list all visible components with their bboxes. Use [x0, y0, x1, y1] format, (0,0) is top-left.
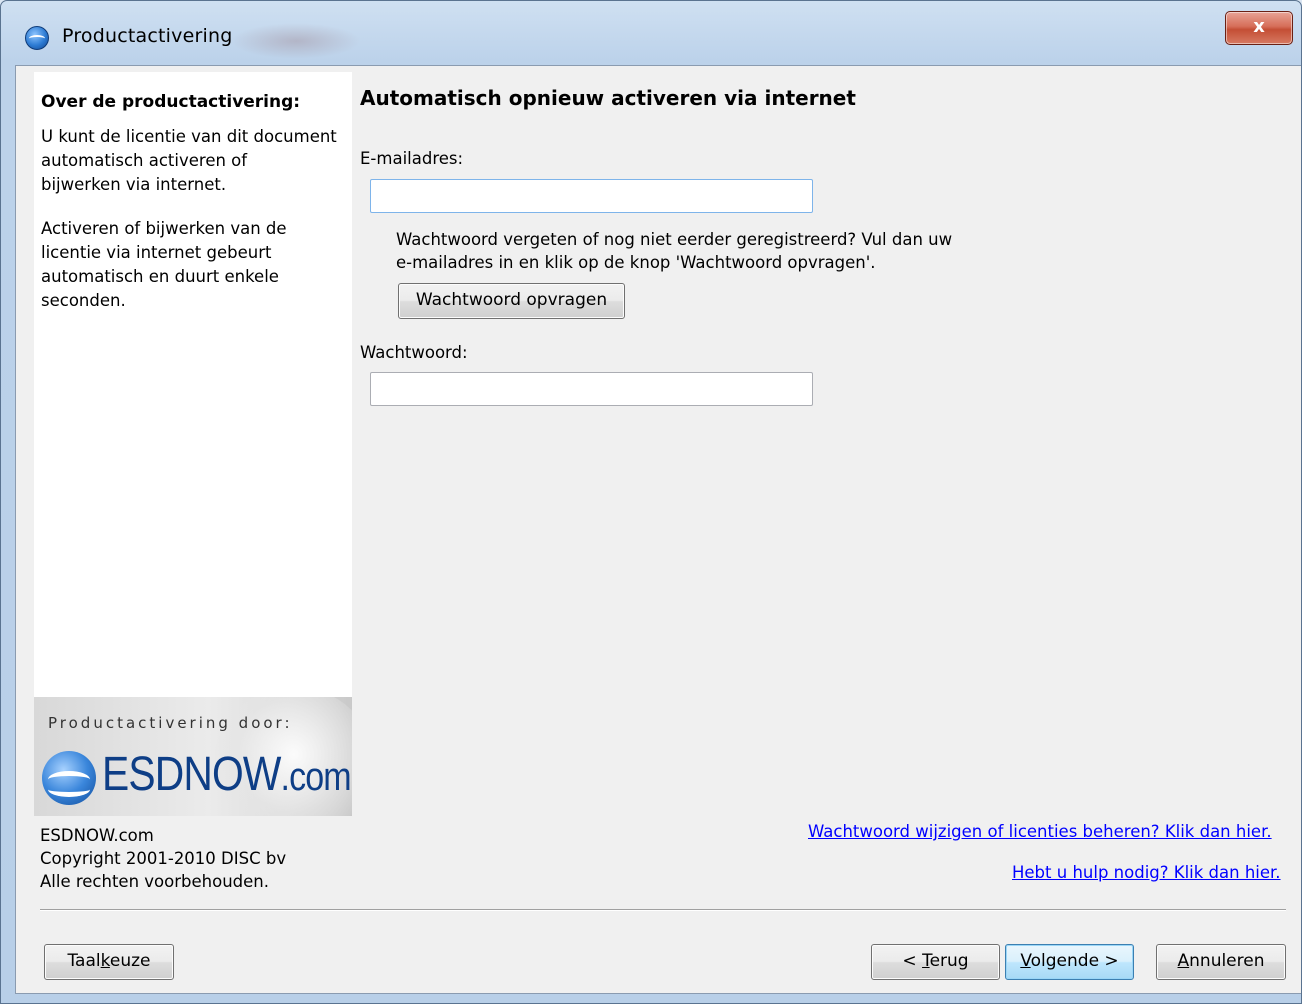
activation-window: Productactivering x Over de productactiv… — [0, 0, 1302, 1004]
copyright-line: Alle rechten voorbehouden. — [40, 872, 269, 891]
logo-brand-text: ESDNOW.com — [102, 747, 352, 802]
logo-brand-name: ESDNOW — [102, 748, 281, 801]
help-text-line: e-mailadres in en klik op de knop 'Wacht… — [396, 253, 876, 272]
cancel-button[interactable]: Annuleren — [1156, 944, 1286, 980]
next-button[interactable]: Volgende > — [1005, 944, 1134, 980]
sidebar-heading: Over de productactivering: — [41, 92, 301, 112]
footer-divider — [40, 909, 1286, 911]
password-label: Wachtwoord: — [360, 343, 468, 362]
email-input[interactable] — [370, 179, 813, 213]
language-button-label-post: euze — [109, 951, 151, 971]
logo-brand-suffix: .com — [280, 755, 352, 799]
language-button-accel: k — [100, 951, 110, 971]
language-button[interactable]: Taalkeuze — [44, 944, 174, 980]
password-help-text: Wachtwoord vergeten of nog niet eerder g… — [396, 228, 952, 274]
sidebar-p2-line: seconden. — [41, 291, 126, 310]
next-button-accel: V — [1020, 951, 1031, 971]
back-button-label-post: erug — [929, 951, 969, 971]
back-button-accel: T — [922, 951, 930, 971]
title-bar-glow — [231, 23, 361, 59]
sidebar-p2-line: licentie via internet gebeurt — [41, 243, 272, 262]
logo-caption: Productactivering door: — [48, 714, 293, 732]
sidebar-p2-line: Activeren of bijwerken van de — [41, 219, 287, 238]
help-text-line: Wachtwoord vergeten of nog niet eerder g… — [396, 230, 953, 249]
sidebar-p1-line: bijwerken via internet. — [41, 175, 227, 194]
esdnow-logo-banner: Productactivering door: ESDNOW.com — [34, 697, 352, 816]
page-title: Automatisch opnieuw activeren via intern… — [360, 86, 856, 110]
back-button-label-pre: < — [902, 951, 923, 971]
cancel-button-label-post: nnuleren — [1189, 951, 1265, 971]
sidebar-panel: Over de productactivering: U kunt de lic… — [34, 72, 352, 816]
sidebar-p1-line: automatisch activeren of — [41, 151, 248, 170]
dialog-client-area: Over de productactivering: U kunt de lic… — [15, 65, 1301, 994]
cancel-button-accel: A — [1177, 951, 1190, 971]
back-button[interactable]: < Terug — [871, 944, 1000, 980]
window-title: Productactivering — [62, 25, 233, 47]
copyright-line: ESDNOW.com — [40, 826, 154, 845]
sidebar-p2-line: automatisch en duurt enkele — [41, 267, 279, 286]
email-label: E-mailadres: — [360, 149, 464, 168]
manage-licenses-link[interactable]: Wachtwoord wijzigen of licenties beheren… — [808, 822, 1272, 841]
app-globe-icon — [25, 26, 49, 50]
next-button-label-post: olgende > — [1030, 951, 1119, 971]
help-link[interactable]: Hebt u hulp nodig? Klik dan hier. — [1012, 863, 1281, 882]
title-bar[interactable]: Productactivering x — [1, 1, 1301, 63]
sidebar-paragraph-1: U kunt de licentie van dit document auto… — [41, 125, 349, 197]
copyright-line: Copyright 2001-2010 DISC bv — [40, 849, 287, 868]
sidebar-paragraph-2: Activeren of bijwerken van de licentie v… — [41, 217, 349, 313]
request-password-button[interactable]: Wachtwoord opvragen — [398, 283, 625, 319]
close-button[interactable]: x — [1225, 11, 1293, 45]
esdnow-globe-icon — [42, 751, 96, 805]
copyright-block: ESDNOW.com Copyright 2001-2010 DISC bv A… — [40, 824, 286, 893]
language-button-label-pre: Taal — [67, 951, 101, 971]
sidebar-p1-line: U kunt de licentie van dit document — [41, 127, 337, 146]
password-input[interactable] — [370, 372, 813, 406]
